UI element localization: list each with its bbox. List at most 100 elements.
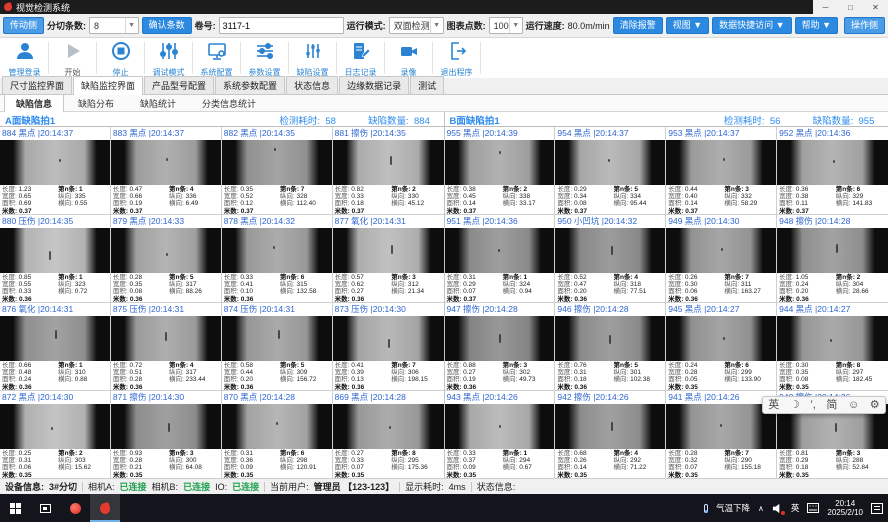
defect-image[interactable] bbox=[222, 404, 332, 449]
tab-sub-1[interactable]: 缺陷分布 bbox=[66, 94, 126, 113]
defect-image[interactable] bbox=[333, 316, 444, 361]
chart-points-dropdown[interactable]: 100▼ bbox=[489, 17, 523, 34]
close-button[interactable]: ✕ bbox=[863, 0, 888, 14]
defect-image[interactable] bbox=[222, 316, 332, 361]
defect-image[interactable] bbox=[0, 316, 110, 361]
defect-cell[interactable]: 869 黑点 |20:14:28长度: 0.27宽度: 0.33面积: 0.07… bbox=[333, 391, 444, 478]
defect-cell[interactable]: 870 黑点 |20:14:28长度: 0.31宽度: 0.36面积: 0.09… bbox=[222, 391, 333, 478]
defect-image[interactable] bbox=[666, 404, 776, 449]
defect-cell[interactable]: 946 擦伤 |20:14:28长度: 0.76宽度: 0.31面积: 0.18… bbox=[555, 303, 666, 391]
defect-cell[interactable]: 881 擦伤 |20:14:35长度: 0.82宽度: 0.33面积: 0.18… bbox=[333, 127, 444, 215]
ime-moon-icon[interactable]: ☽ bbox=[790, 397, 800, 413]
quick-data-menu-button[interactable]: 数据快捷访问 ▼ bbox=[712, 17, 791, 34]
defect-cell[interactable]: 945 黑点 |20:14:27长度: 0.24宽度: 0.28面积: 0.05… bbox=[666, 303, 777, 391]
defect-image[interactable] bbox=[0, 228, 110, 273]
defect-cell[interactable]: 952 黑点 |20:14:36长度: 0.36宽度: 0.38面积: 0.11… bbox=[777, 127, 888, 215]
defect-image[interactable] bbox=[777, 140, 888, 185]
defect-cell[interactable]: 873 压伤 |20:14:30长度: 0.41宽度: 0.39面积: 0.13… bbox=[333, 303, 444, 391]
defect-image[interactable] bbox=[0, 140, 110, 185]
defect-image[interactable] bbox=[666, 140, 776, 185]
defect-image[interactable] bbox=[222, 228, 332, 273]
defect-image[interactable] bbox=[0, 404, 110, 449]
defect-cell[interactable]: 879 黑点 |20:14:33长度: 0.28宽度: 0.35面积: 0.08… bbox=[111, 215, 222, 303]
defect-cell[interactable]: 943 黑点 |20:14:26长度: 0.33宽度: 0.37面积: 0.09… bbox=[445, 391, 556, 478]
task-view-button[interactable] bbox=[30, 494, 60, 522]
ime-lang-toggle[interactable]: 英 bbox=[768, 397, 779, 413]
defect-cell[interactable]: 878 黑点 |20:14:32长度: 0.33宽度: 0.41面积: 0.10… bbox=[222, 215, 333, 303]
touch-keyboard-icon[interactable] bbox=[807, 503, 819, 513]
help-menu-button[interactable]: 帮助 ▼ bbox=[795, 17, 838, 34]
defect-cell[interactable]: 875 压伤 |20:14:31长度: 0.72宽度: 0.51面积: 0.28… bbox=[111, 303, 222, 391]
defect-image[interactable] bbox=[111, 140, 221, 185]
system-config-button[interactable]: 系统配置 bbox=[194, 38, 239, 78]
defect-image[interactable] bbox=[445, 228, 555, 273]
defect-cell[interactable]: 941 黑点 |20:14:26长度: 0.28宽度: 0.32面积: 0.07… bbox=[666, 391, 777, 478]
defect-cell[interactable]: 951 黑点 |20:14:36长度: 0.31宽度: 0.29面积: 0.07… bbox=[445, 215, 556, 303]
defect-image[interactable] bbox=[555, 316, 665, 361]
volume-tray-icon[interactable] bbox=[772, 503, 783, 514]
tab-main-0[interactable]: 尺寸监控界面 bbox=[2, 76, 72, 94]
log-record-button[interactable]: 日志记录 bbox=[338, 38, 383, 78]
pinned-app-button[interactable] bbox=[60, 494, 90, 522]
tab-sub-0[interactable]: 缺陷信息 bbox=[4, 94, 64, 113]
defect-cell[interactable]: 872 黑点 |20:14:30长度: 0.25宽度: 0.31面积: 0.06… bbox=[0, 391, 111, 478]
tab-main-4[interactable]: 状态信息 bbox=[286, 76, 338, 94]
defect-cell[interactable]: 953 黑点 |20:14:37长度: 0.44宽度: 0.40面积: 0.14… bbox=[666, 127, 777, 215]
inspection-app-button[interactable] bbox=[90, 494, 120, 522]
defect-image[interactable] bbox=[111, 316, 221, 361]
confirm-count-button[interactable]: 确认条数 bbox=[142, 17, 192, 34]
tab-sub-2[interactable]: 缺陷统计 bbox=[128, 94, 188, 113]
admin-login-button[interactable]: 管理登录 bbox=[2, 38, 47, 78]
defect-image[interactable] bbox=[555, 228, 665, 273]
defect-cell[interactable]: 877 氧化 |20:14:31长度: 0.57宽度: 0.62面积: 0.27… bbox=[333, 215, 444, 303]
defect-cell[interactable]: 944 黑点 |20:14:27长度: 0.30宽度: 0.35面积: 0.08… bbox=[777, 303, 888, 391]
tab-sub-3[interactable]: 分类信息统计 bbox=[190, 94, 268, 113]
defect-image[interactable] bbox=[333, 140, 444, 185]
ime-punctuation-icon[interactable]: ’, bbox=[810, 397, 816, 413]
defect-cell[interactable]: 880 压伤 |20:14:35长度: 0.85宽度: 0.55面积: 0.33… bbox=[0, 215, 111, 303]
exit-program-button[interactable]: 退出程序 bbox=[434, 38, 479, 78]
defect-cell[interactable]: 947 擦伤 |20:14:28长度: 0.88宽度: 0.27面积: 0.19… bbox=[445, 303, 556, 391]
ime-settings-icon[interactable]: ⚙ bbox=[870, 397, 880, 413]
ime-emoji-icon[interactable]: ☺ bbox=[848, 397, 859, 413]
tab-main-1[interactable]: 缺陷监控界面 bbox=[73, 76, 143, 95]
action-center-icon[interactable] bbox=[871, 503, 883, 514]
clear-alarm-button[interactable]: 清除报警 bbox=[613, 17, 663, 34]
weather-tray-item[interactable] bbox=[704, 504, 708, 513]
defect-image[interactable] bbox=[445, 404, 555, 449]
ime-tray-lang[interactable]: 英 bbox=[791, 502, 800, 514]
stop-button[interactable]: 停止 bbox=[98, 38, 143, 78]
record-video-button[interactable]: 录像 bbox=[386, 38, 431, 78]
tray-expand-chevron[interactable]: ∧ bbox=[758, 504, 764, 513]
weather-text[interactable]: 气温下降 bbox=[716, 502, 750, 514]
defect-cell[interactable]: 954 黑点 |20:14:37长度: 0.29宽度: 0.34面积: 0.08… bbox=[555, 127, 666, 215]
minimize-button[interactable]: ─ bbox=[813, 0, 838, 14]
defect-cell[interactable]: 884 黑点 |20:14:37长度: 1.23宽度: 0.65面积: 0.69… bbox=[0, 127, 111, 215]
defect-image[interactable] bbox=[777, 316, 888, 361]
defect-image[interactable] bbox=[111, 228, 221, 273]
start-button[interactable] bbox=[0, 494, 30, 522]
defect-cell[interactable]: 874 压伤 |20:14:31长度: 0.58宽度: 0.44面积: 0.20… bbox=[222, 303, 333, 391]
defect-cell[interactable]: 942 擦伤 |20:14:26长度: 0.68宽度: 0.26面积: 0.14… bbox=[555, 391, 666, 478]
defect-image[interactable] bbox=[666, 228, 776, 273]
defect-cell[interactable]: 882 黑点 |20:14:35长度: 0.35宽度: 0.52面积: 0.12… bbox=[222, 127, 333, 215]
defect-image[interactable] bbox=[555, 140, 665, 185]
tab-main-3[interactable]: 系统参数配置 bbox=[215, 76, 285, 94]
debug-mode-button[interactable]: 调试模式 bbox=[146, 38, 191, 78]
defect-cell[interactable]: 876 氧化 |20:14:31长度: 0.66宽度: 0.48面积: 0.24… bbox=[0, 303, 111, 391]
defect-image[interactable] bbox=[333, 228, 444, 273]
defect-image[interactable] bbox=[555, 404, 665, 449]
tab-main-6[interactable]: 测试 bbox=[410, 76, 444, 94]
defect-image[interactable] bbox=[111, 404, 221, 449]
start-button[interactable]: 开始 bbox=[50, 38, 95, 78]
defect-cell[interactable]: 948 擦伤 |20:14:28长度: 1.05宽度: 0.24面积: 0.20… bbox=[777, 215, 888, 303]
run-mode-dropdown[interactable]: 双面检测▼ bbox=[389, 17, 444, 34]
defect-cell[interactable]: 950 小凹坑 |20:14:32长度: 0.52宽度: 0.47面积: 0.2… bbox=[555, 215, 666, 303]
taskbar-clock[interactable]: 20:14 2025/2/10 bbox=[827, 499, 863, 517]
defect-image[interactable] bbox=[777, 228, 888, 273]
defect-image[interactable] bbox=[333, 404, 444, 449]
param-settings-button[interactable]: 参数设置 bbox=[242, 38, 287, 78]
ime-simplified-toggle[interactable]: 简 bbox=[826, 397, 837, 413]
defect-image[interactable] bbox=[666, 316, 776, 361]
tab-main-5[interactable]: 边缘数据记录 bbox=[339, 76, 409, 94]
